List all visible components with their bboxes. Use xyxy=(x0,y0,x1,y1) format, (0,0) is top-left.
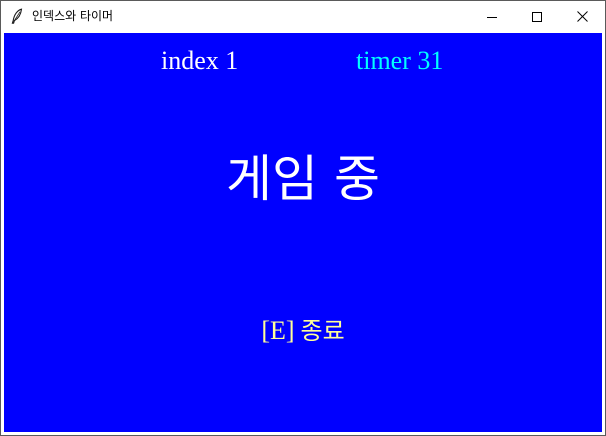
exit-key-label: [E] xyxy=(261,316,295,345)
minimize-button[interactable] xyxy=(469,1,515,32)
app-window: 인덱스와 타이머 index 1 timer 31 게임 중 [E] 종료 xyxy=(0,0,606,436)
timer-label: timer 31 xyxy=(356,46,444,75)
index-label: index 1 xyxy=(161,46,239,75)
maximize-icon xyxy=(532,11,542,22)
close-button[interactable] xyxy=(559,1,605,32)
feather-icon xyxy=(10,8,24,24)
game-canvas[interactable]: index 1 timer 31 게임 중 [E] 종료 xyxy=(4,33,602,432)
exit-hint: [E] 종료 xyxy=(4,316,602,347)
exit-text-label: 종료 xyxy=(300,317,345,345)
minimize-icon xyxy=(487,12,497,22)
close-icon xyxy=(576,11,588,22)
maximize-button[interactable] xyxy=(514,1,560,32)
game-status-label: 게임 중 xyxy=(226,150,380,208)
window-title: 인덱스와 타이머 xyxy=(32,9,114,23)
title-bar[interactable]: 인덱스와 타이머 xyxy=(1,1,605,32)
